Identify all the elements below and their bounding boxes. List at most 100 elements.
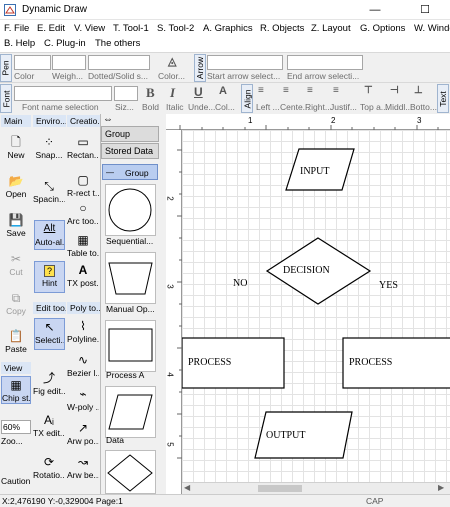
horizontal-scrollbar[interactable]: ◀ ▶ (182, 482, 450, 494)
tx-post-tool[interactable]: ATX post... (67, 262, 99, 288)
arrow-bezier-tool[interactable]: ↝ Arw be... (67, 454, 99, 480)
w-poly-tool[interactable]: ⌁W-poly ... (67, 386, 99, 412)
tx-edit-tool[interactable]: Aᵢ TX edit... (33, 412, 65, 438)
group-tab[interactable]: Group (101, 126, 159, 142)
chip-icon: ▦ (10, 378, 22, 392)
menu-help[interactable]: B. Help (4, 38, 35, 49)
stencil-data[interactable] (105, 386, 156, 438)
stencil-manual-op[interactable] (105, 252, 156, 304)
save-button[interactable]: 💾 Save (0, 212, 32, 238)
copy-button[interactable]: ⧉ Copy (0, 290, 32, 316)
rotation-tool[interactable]: ⟳ Rotatio... (33, 454, 65, 480)
align-middle-icon[interactable]: ⊣ (390, 85, 399, 96)
menu-file[interactable]: F. File (4, 23, 29, 34)
drawing-canvas[interactable]: INPUT DECISION NO YES PROCESS PROCESS OU… (182, 130, 450, 482)
font-toolbar: Font Font name selection Siz... B Bold I… (0, 82, 450, 114)
select-tool[interactable]: ↖ Selecti... (34, 318, 65, 350)
pen-style-select[interactable] (88, 55, 150, 70)
tab-text[interactable]: Text (437, 84, 449, 113)
open-button[interactable]: 📂 Open (0, 173, 32, 199)
fig-edit-tool[interactable]: ⤴ Fig edit... (33, 370, 65, 396)
pin-icon[interactable]: ⇔ (103, 114, 113, 125)
align-top-icon[interactable]: ⊤ (364, 85, 373, 96)
group-selector[interactable]: — Group (102, 164, 158, 180)
menu-bar: F. File E. Edit V. View T. Tool-1 S. Too… (0, 20, 450, 52)
menu-plugin[interactable]: C. Plug-in (44, 38, 86, 49)
tab-arrow[interactable]: Arrow (194, 54, 206, 82)
polyline-icon: ⌇ (80, 319, 86, 333)
tab-align[interactable]: Align (241, 84, 253, 113)
italic-label: Italic (166, 102, 184, 112)
start-arrow-select[interactable] (207, 55, 283, 70)
menu-tool2[interactable]: S. Tool-2 (157, 23, 194, 34)
ruler-label-3: 3 (417, 116, 422, 125)
stencil-process-a[interactable] (105, 320, 156, 372)
tab-font[interactable]: Font (0, 84, 12, 113)
chip-button[interactable]: ▦Chip st... (1, 376, 31, 404)
menu-layout[interactable]: Z. Layout (311, 23, 351, 34)
vertical-ruler: 2 3 4 5 (166, 130, 182, 494)
menu-options[interactable]: G. Options (360, 23, 405, 34)
arrow-poly-tool[interactable]: ↗ Arw po... (67, 420, 99, 446)
minimize-button[interactable]: — (360, 0, 390, 20)
spacing-button[interactable]: ⤡ Spacin... (33, 178, 65, 204)
paste-button[interactable]: 📋 Paste (0, 328, 32, 354)
end-arrow-select[interactable] (287, 55, 363, 70)
align-bottom-label: Botto... (410, 102, 437, 112)
font-color-icon[interactable]: A (219, 85, 227, 97)
rectangle-icon: ▭ (77, 135, 89, 149)
align-center-icon[interactable]: ≡ (283, 85, 289, 96)
align-bottom-icon[interactable]: ⊥ (414, 85, 423, 96)
underline-icon[interactable]: U (194, 85, 203, 99)
font-name-select[interactable] (14, 86, 112, 101)
no-label: NO (233, 278, 248, 289)
view-header: View (1, 362, 31, 374)
bold-icon[interactable]: B (146, 85, 155, 101)
menu-window[interactable]: W. Window (414, 23, 450, 34)
pen-color-select[interactable] (14, 55, 51, 70)
zoom-field[interactable]: 60% (1, 420, 31, 434)
cursor-coordinates: X:2,476190 Y:-0,329004 Page:1 (2, 496, 123, 506)
ruler-vlabel-3: 3 (165, 284, 175, 289)
align-left-icon[interactable]: ≡ (258, 85, 264, 96)
fill-bucket-icon[interactable]: ◬ (168, 55, 176, 68)
scroll-left-icon[interactable]: ◀ (184, 483, 190, 492)
stencil-decision[interactable] (105, 450, 156, 494)
table-tool[interactable]: ▦Table to... (67, 232, 99, 258)
menu-graphics[interactable]: A. Graphics (203, 23, 253, 34)
scroll-thumb[interactable] (258, 485, 302, 492)
menu-tool1[interactable]: T. Tool-1 (113, 23, 149, 34)
align-right-icon[interactable]: ≡ (307, 85, 313, 96)
justify-icon[interactable]: ≡ (333, 85, 339, 96)
hint-button[interactable]: ? Hint (34, 261, 65, 293)
caps-lock-indicator: CAP (366, 496, 384, 506)
rectangle-tool[interactable]: ▭ Rectan... (67, 134, 99, 160)
window-title: Dynamic Draw (22, 4, 88, 15)
italic-icon[interactable]: I (170, 85, 175, 101)
maximize-button[interactable]: ☐ (410, 0, 440, 20)
cut-button[interactable]: ✂ Cut (0, 251, 32, 277)
group-selector-label: Group (125, 168, 149, 178)
ruler-vlabel-5: 5 (165, 442, 175, 447)
menu-objects[interactable]: R. Objects (260, 23, 304, 34)
pen-weight-select[interactable] (52, 55, 86, 70)
align-middle-label: Middl... (385, 102, 413, 112)
pen-toolbar: Pen Color Weigh... Dotted/Solid s... ◬ C… (0, 52, 450, 82)
stored-data-tab[interactable]: Stored Data (101, 143, 159, 159)
scroll-right-icon[interactable]: ▶ (438, 483, 444, 492)
paste-icon: 📋 (8, 329, 24, 343)
menu-others[interactable]: The others (95, 38, 140, 49)
snap-button[interactable]: ⁘ Snap... (33, 134, 65, 160)
auto-align-button[interactable]: AltAuto-al... (34, 220, 65, 250)
polyline-tool[interactable]: ⌇Polyline... (67, 318, 99, 344)
stencil-sequential[interactable] (105, 184, 156, 236)
tab-pen[interactable]: Pen (0, 54, 12, 82)
font-size-select[interactable] (114, 86, 138, 101)
caution-label[interactable]: Caution (1, 476, 30, 486)
new-button[interactable]: 🗋 New (0, 134, 32, 160)
menu-edit[interactable]: E. Edit (37, 23, 65, 34)
menu-view[interactable]: V. View (74, 23, 105, 34)
bezier-tool[interactable]: ∿ Bezier l... (67, 352, 99, 378)
rounded-rect-tool[interactable]: ▢ R-rect t... (67, 172, 99, 198)
arc-tool[interactable]: ○ Arc too... (67, 200, 99, 226)
